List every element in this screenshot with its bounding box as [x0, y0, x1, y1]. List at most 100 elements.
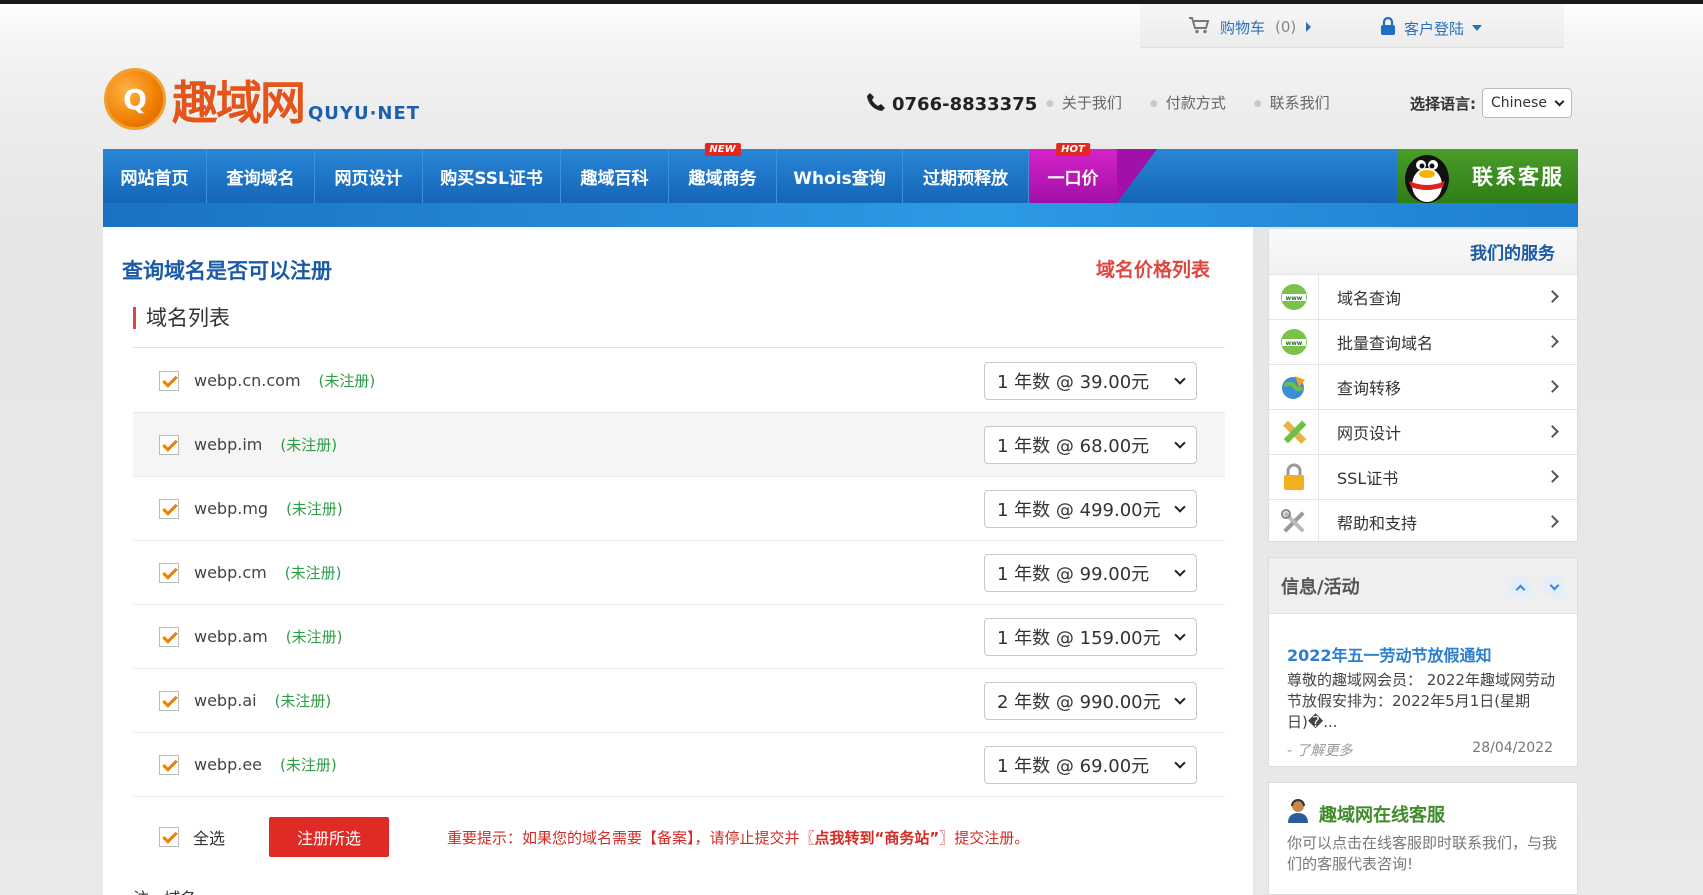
nav-ssl[interactable]: 购买SSL证书: [423, 149, 561, 203]
chevron-down-icon: [1174, 565, 1186, 577]
logo-en-text: QUYU·NET: [308, 103, 421, 124]
register-selected-button[interactable]: 注册所选: [269, 817, 390, 857]
caret-right-icon: [1306, 22, 1312, 32]
price-list-link[interactable]: 域名价格列表: [1096, 255, 1210, 282]
domain-status: (未注册): [274, 692, 332, 710]
service-domain-search[interactable]: www 域名查询: [1269, 274, 1577, 320]
price-select[interactable]: 1 年数 @ 69.00元: [984, 746, 1197, 784]
nav-tail: [1117, 149, 1157, 203]
chevron-right-icon: [1546, 425, 1559, 438]
price-select[interactable]: 1 年数 @ 39.00元: [984, 362, 1197, 400]
chevron-right-icon: [1546, 335, 1559, 348]
section-title: 域名列表: [133, 307, 230, 329]
service-web-design[interactable]: 网页设计: [1269, 409, 1577, 455]
news-header: 信息/活动: [1269, 558, 1577, 614]
phone-text: 0766-8833375: [892, 94, 1038, 115]
account-tab: 购物车 (0) 客户登陆: [1140, 4, 1564, 48]
price-select[interactable]: 1 年数 @ 99.00元: [984, 554, 1197, 592]
nav-web-design[interactable]: 网页设计: [315, 149, 423, 203]
domain-name: webp.ai: [194, 691, 257, 710]
price-select[interactable]: 1 年数 @ 499.00元: [984, 490, 1197, 528]
tools-icon: [1269, 499, 1319, 545]
language-select[interactable]: Chinese: [1482, 88, 1572, 118]
domain-checkbox[interactable]: [159, 498, 179, 519]
domain-checkbox[interactable]: [159, 754, 179, 775]
cart-link[interactable]: 购物车 (0): [1188, 16, 1312, 38]
news-more-link[interactable]: - 了解更多: [1287, 740, 1353, 760]
domain-name: webp.ee: [194, 755, 263, 774]
domain-checkbox[interactable]: [159, 434, 179, 455]
partial-text: 注...域名: [133, 885, 196, 895]
phone-number: 0766-8833375: [866, 92, 1037, 117]
price-select[interactable]: 1 年数 @ 68.00元: [984, 426, 1197, 464]
domain-name: webp.im: [194, 435, 263, 454]
service-transfer[interactable]: 查询转移: [1269, 364, 1577, 410]
nav-domain-search[interactable]: 查询域名: [207, 149, 315, 203]
domain-checkbox[interactable]: [159, 562, 179, 583]
service-bulk-search[interactable]: www 批量查询域名: [1269, 319, 1577, 365]
login-label: 客户登陆: [1404, 19, 1465, 38]
chevron-up-icon: [1515, 584, 1525, 594]
nav-wiki[interactable]: 趣域百科: [561, 149, 669, 203]
nav-business[interactable]: NEW 趣域商务: [669, 143, 777, 203]
link-about[interactable]: 关于我们: [1046, 92, 1122, 113]
price-select[interactable]: 2 年数 @ 990.00元: [984, 682, 1197, 720]
svg-text:www: www: [1285, 295, 1302, 302]
chevron-down-icon: [1174, 373, 1186, 385]
domain-checkbox[interactable]: [159, 370, 179, 391]
service-help[interactable]: 帮助和支持: [1269, 499, 1577, 545]
news-prev-button[interactable]: [1509, 576, 1531, 598]
caret-down-icon: [1472, 25, 1483, 31]
chevron-right-icon: [1546, 380, 1559, 393]
services-panel: 我们的服务 www 域名查询 www 批量查询域名 查询转移 网页设计 SSL证…: [1268, 228, 1578, 545]
domain-status: (未注册): [280, 436, 338, 454]
domain-checkbox[interactable]: [159, 690, 179, 711]
nav-fixed-price[interactable]: HOT 一口价: [1029, 143, 1117, 203]
site-logo[interactable]: Q 趣域网 QUYU·NET: [104, 68, 420, 130]
select-all-label: 全选: [193, 829, 226, 848]
online-service-panel: 趣域网在线客服 你可以点击在线客服即时联系我们，与我们的客服代表咨询!: [1268, 782, 1578, 895]
lock-icon: [1380, 16, 1396, 40]
cart-count: (0): [1275, 18, 1297, 36]
page-title: 查询域名是否可以注册: [122, 259, 332, 283]
chevron-right-icon: [1546, 290, 1559, 303]
price-select[interactable]: 1 年数 @ 159.00元: [984, 618, 1197, 656]
business-site-link[interactable]: 点我转到“商务站”: [815, 829, 940, 847]
lock-icon: [1269, 454, 1319, 500]
domain-name: webp.cm: [194, 563, 267, 582]
nav-expired[interactable]: 过期预释放: [903, 149, 1029, 203]
news-next-button[interactable]: [1543, 576, 1565, 598]
domain-status: (未注册): [285, 628, 343, 646]
chevron-down-icon: [1174, 629, 1186, 641]
news-title: 信息/活动: [1281, 576, 1360, 598]
www-globe-icon: www: [1269, 274, 1319, 320]
link-contact[interactable]: 联系我们: [1254, 92, 1330, 113]
domain-row: webp.am (未注册) 1 年数 @ 159.00元: [133, 605, 1225, 669]
link-payment[interactable]: 付款方式: [1150, 92, 1226, 113]
service-ssl[interactable]: SSL证书: [1269, 454, 1577, 500]
domain-checkbox[interactable]: [159, 626, 179, 647]
login-link[interactable]: 客户登陆: [1380, 16, 1483, 40]
news-panel: 信息/活动 2022年五一劳动节放假通知 尊敬的趣域网会员： 2022年趣域网劳…: [1268, 557, 1578, 767]
chevron-down-icon: [1554, 96, 1565, 106]
domain-row: webp.cm (未注册) 1 年数 @ 99.00元: [133, 541, 1225, 605]
nav-whois[interactable]: Whois查询: [777, 149, 903, 203]
hot-badge: HOT: [1056, 143, 1090, 156]
chevron-right-icon: [1546, 470, 1559, 483]
chevron-down-icon: [1174, 501, 1186, 513]
news-item-body: 尊敬的趣域网会员： 2022年趣域网劳动节放假安排为：2022年5月1日(星期日…: [1287, 671, 1555, 731]
news-item-title[interactable]: 2022年五一劳动节放假通知: [1287, 642, 1492, 666]
top-links: 关于我们 付款方式 联系我们: [1046, 92, 1330, 113]
domain-row: webp.cn.com (未注册) 1 年数 @ 39.00元: [133, 349, 1225, 413]
services-title: 我们的服务: [1269, 229, 1577, 275]
domain-status: (未注册): [280, 756, 337, 774]
select-all-checkbox[interactable]: [159, 827, 179, 847]
chevron-down-icon: [1174, 693, 1186, 705]
domain-name: webp.am: [194, 627, 268, 646]
chevron-down-icon: [1174, 757, 1186, 769]
online-service-title[interactable]: 趣域网在线客服: [1287, 799, 1445, 828]
main-nav: 网站首页 查询域名 网页设计 购买SSL证书 趣域百科 NEW 趣域商务 Who…: [103, 143, 1157, 203]
nav-home[interactable]: 网站首页: [103, 149, 207, 203]
language-value: Chinese: [1491, 95, 1547, 111]
domain-row: webp.ee (未注册) 1 年数 @ 69.00元: [133, 733, 1225, 797]
